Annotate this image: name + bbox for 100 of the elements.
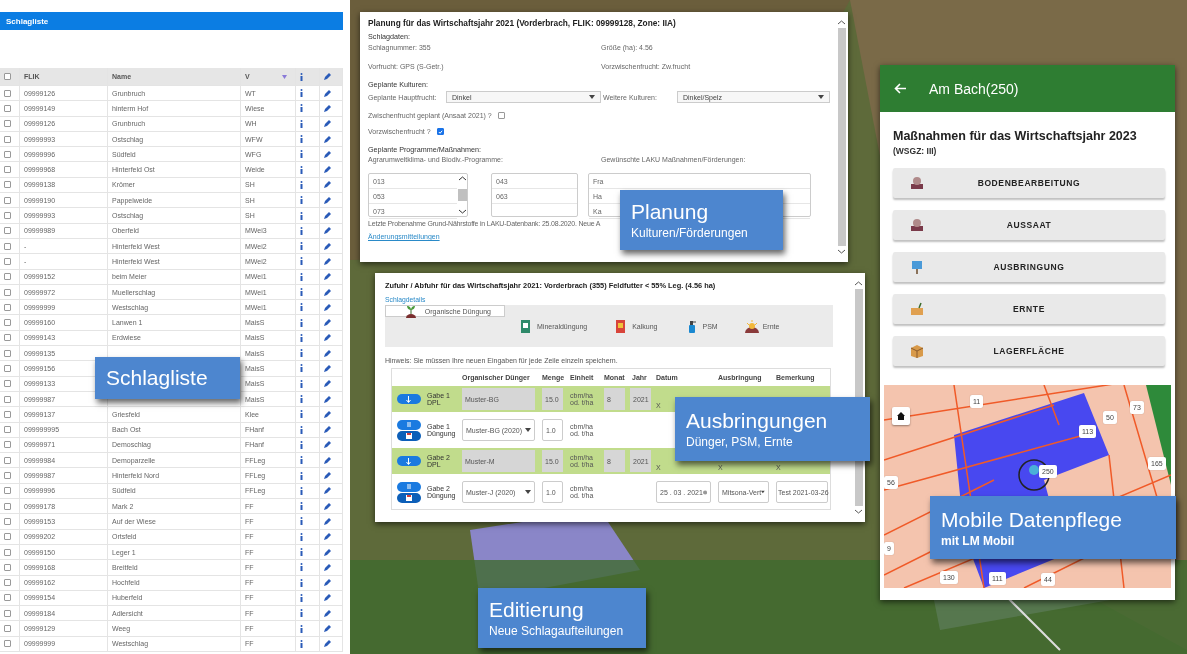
scroll-down-icon[interactable] <box>458 209 466 214</box>
checkbox[interactable] <box>4 502 11 510</box>
info-icon[interactable] <box>300 593 303 602</box>
checkbox[interactable] <box>4 242 11 250</box>
checkbox[interactable] <box>4 380 11 388</box>
checkbox[interactable] <box>4 166 11 174</box>
scroll-up-icon[interactable] <box>855 281 862 286</box>
checkbox[interactable] <box>4 150 11 158</box>
info-icon[interactable] <box>300 242 303 251</box>
info-icon[interactable] <box>300 364 303 373</box>
checkbox[interactable] <box>4 365 11 372</box>
checkbox[interactable] <box>4 319 11 327</box>
info-icon[interactable] <box>300 272 303 281</box>
checkbox[interactable] <box>4 456 11 464</box>
pause-button[interactable] <box>396 419 421 430</box>
scroll-down-icon[interactable] <box>838 249 845 254</box>
checkbox[interactable] <box>4 441 11 449</box>
info-icon[interactable] <box>300 180 303 189</box>
checkbox[interactable] <box>436 128 444 135</box>
pause-button[interactable] <box>396 481 421 492</box>
scroll-up-icon[interactable] <box>838 20 845 25</box>
info-icon[interactable] <box>300 548 303 557</box>
checkbox[interactable] <box>497 112 505 119</box>
scroll-up-icon[interactable] <box>458 176 466 181</box>
edit-icon[interactable] <box>324 365 331 372</box>
info-icon[interactable] <box>300 349 303 358</box>
checkbox[interactable] <box>4 227 11 235</box>
info-icon[interactable] <box>300 119 303 128</box>
info-icon[interactable] <box>300 135 303 144</box>
checkbox[interactable] <box>4 120 11 128</box>
checkbox[interactable] <box>4 273 11 281</box>
info-icon[interactable] <box>300 425 303 434</box>
action-button[interactable]: AUSBRINGUNG <box>893 252 1165 282</box>
info-icon[interactable] <box>300 532 303 541</box>
sort-icon[interactable] <box>281 74 287 79</box>
info-icon[interactable] <box>300 517 303 526</box>
info-icon[interactable] <box>300 471 303 480</box>
info-icon[interactable] <box>300 609 303 618</box>
info-icon[interactable] <box>300 333 303 342</box>
info-icon[interactable] <box>300 318 303 327</box>
apply-button[interactable] <box>396 394 421 404</box>
checkbox[interactable] <box>4 104 11 112</box>
info-icon[interactable] <box>300 226 303 235</box>
info-icon[interactable] <box>300 165 303 174</box>
checkbox[interactable] <box>4 410 11 418</box>
apply-button[interactable] <box>396 456 421 466</box>
checkbox[interactable] <box>4 472 11 480</box>
back-arrow-icon[interactable] <box>894 83 907 94</box>
scrollbar-thumb[interactable] <box>837 28 846 246</box>
info-icon[interactable] <box>300 486 303 495</box>
checkbox[interactable] <box>4 395 11 403</box>
checkbox[interactable] <box>4 517 11 525</box>
checkbox[interactable] <box>4 625 11 633</box>
info-icon[interactable] <box>300 72 303 81</box>
save-button[interactable] <box>396 430 421 441</box>
info-icon[interactable] <box>300 440 303 449</box>
checkbox[interactable] <box>4 487 11 495</box>
checkbox[interactable] <box>4 563 11 571</box>
checkbox[interactable] <box>4 181 11 189</box>
info-icon[interactable] <box>300 288 303 296</box>
info-icon[interactable] <box>300 410 303 419</box>
info-icon[interactable] <box>300 303 303 312</box>
panel-header[interactable]: Schlagliste <box>0 12 343 30</box>
info-icon[interactable] <box>300 624 303 633</box>
scroll-down-icon[interactable] <box>855 509 862 514</box>
info-icon[interactable] <box>300 257 303 266</box>
info-icon[interactable] <box>300 379 303 388</box>
checkbox[interactable] <box>4 594 11 602</box>
info-icon[interactable] <box>300 104 303 113</box>
checkbox[interactable] <box>4 303 11 311</box>
info-icon[interactable] <box>300 578 303 587</box>
checkbox[interactable] <box>4 349 11 357</box>
action-button[interactable]: AUSSAAT <box>893 210 1165 240</box>
checkbox[interactable] <box>4 533 11 541</box>
info-icon[interactable] <box>300 502 303 511</box>
checkbox[interactable] <box>4 196 11 204</box>
checkbox[interactable] <box>4 89 11 97</box>
home-button[interactable] <box>892 407 910 425</box>
action-button[interactable]: ERNTE <box>893 294 1165 324</box>
checkbox[interactable] <box>4 135 11 143</box>
save-button[interactable] <box>396 492 421 503</box>
checkbox[interactable] <box>4 640 11 648</box>
checkbox[interactable] <box>4 579 11 587</box>
info-icon[interactable] <box>300 639 303 648</box>
edit-icon[interactable] <box>324 212 331 219</box>
info-icon[interactable] <box>300 196 303 205</box>
info-icon[interactable] <box>300 395 303 404</box>
checkbox[interactable] <box>4 212 11 219</box>
checkbox[interactable] <box>4 334 11 342</box>
action-button[interactable]: LAGERFLÄCHE <box>893 336 1165 366</box>
clear-icon[interactable] <box>702 489 707 495</box>
info-icon[interactable] <box>300 89 303 98</box>
checkbox[interactable] <box>4 426 11 434</box>
scrollbar-thumb[interactable] <box>457 189 467 201</box>
edit-icon[interactable] <box>324 73 331 80</box>
checkbox[interactable] <box>4 548 11 556</box>
checkbox[interactable] <box>4 288 11 296</box>
checkbox[interactable] <box>4 73 11 80</box>
info-icon[interactable] <box>300 150 303 159</box>
info-icon[interactable] <box>300 211 303 220</box>
